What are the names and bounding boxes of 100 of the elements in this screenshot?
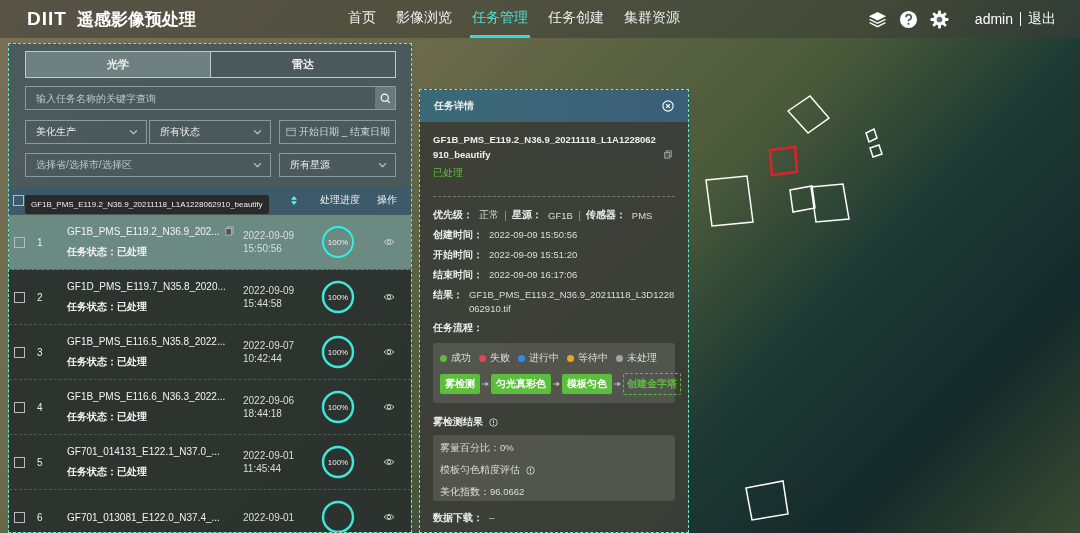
- logout-link[interactable]: 退出: [1028, 10, 1056, 28]
- result-text: 雾量百分比：0%: [440, 441, 514, 455]
- row-checkbox[interactable]: [14, 346, 25, 358]
- step-chip: 模板匀色: [562, 374, 612, 394]
- nav-tab[interactable]: 影像浏览: [393, 0, 454, 38]
- footprint-outline[interactable]: [705, 175, 754, 227]
- date-text: 2022-09-06: [243, 395, 296, 406]
- select-all-checkbox[interactable]: [13, 194, 24, 206]
- date-text: 2022-09-01: [243, 511, 296, 523]
- eye-icon[interactable]: [383, 457, 395, 467]
- row-number: 6: [37, 511, 44, 523]
- footprint-outline[interactable]: [789, 185, 816, 213]
- legend-label: 等待中: [578, 351, 608, 365]
- task-status: 任务状态：已处理: [67, 409, 148, 424]
- table-row[interactable]: 4 GF1B_PMS_E116.6_N36.3_2022... 任务状态：已处理 2022-09-06 18:44:18 100%: [9, 380, 411, 435]
- table-row[interactable]: 5 GF701_014131_E122.1_N37.0_... 任务状态：已处理 2022-09-01 11:45:44 100%: [9, 435, 411, 490]
- legend-label: 失败: [490, 351, 510, 365]
- chevron-down-icon[interactable]: [253, 129, 262, 135]
- step-chip: 匀光真彩色: [491, 374, 551, 394]
- dropdown[interactable]: 所有状态: [149, 120, 271, 144]
- chevron-down-icon[interactable]: [129, 129, 138, 135]
- row-number: 1: [37, 236, 44, 248]
- table-row[interactable]: 2 GF1D_PMS_E119.7_N35.8_2020... 任务状态：已处理 2022-09-09 15:44:58 100%: [9, 270, 411, 325]
- copy-icon[interactable]: [664, 150, 672, 159]
- field-label: 创建时间：: [433, 228, 483, 242]
- eye-icon[interactable]: [383, 402, 395, 412]
- step-chip: 雾检测: [440, 374, 480, 394]
- date-text: 2022-09-09: [243, 230, 296, 241]
- time-text: 11:45:44: [243, 463, 283, 474]
- nav-tab[interactable]: 任务创建: [545, 0, 606, 38]
- arrow-icon: [482, 381, 489, 387]
- section-title: 任务流程：: [433, 322, 484, 335]
- task-status: 已处理: [433, 167, 464, 180]
- task-status: 任务状态：已处理: [67, 354, 148, 369]
- date-range-field[interactable]: 开始日期 _ 结束日期: [279, 120, 396, 144]
- field-label: 结果：: [433, 288, 463, 302]
- close-icon[interactable]: [662, 100, 674, 112]
- step-chip: 创建金字塔: [623, 373, 681, 395]
- nav-tab[interactable]: 集群资源: [621, 0, 682, 38]
- row-number: 5: [37, 456, 44, 468]
- dropdown[interactable]: 美化生产: [25, 120, 147, 144]
- field-label: 数据下载：: [433, 511, 483, 525]
- table-row[interactable]: 6 GF701_013081_E122.0_N37.4_... 2022-09-01: [9, 490, 411, 532]
- task-status: 任务状态：已处理: [67, 244, 148, 259]
- progress-text: 100%: [327, 292, 349, 302]
- row-number: 2: [37, 291, 44, 303]
- column-header: 操作: [377, 193, 397, 207]
- row-checkbox[interactable]: [14, 511, 25, 523]
- nav-tab[interactable]: 首页: [345, 0, 378, 38]
- footprint-outline[interactable]: [869, 144, 883, 158]
- row-number: 3: [37, 346, 44, 358]
- task-name: GF1B_PMS_E116.6_N36.3_2022...: [67, 390, 226, 402]
- dropdown[interactable]: 选择省/选择市/选择区: [25, 153, 271, 177]
- table-row[interactable]: 3 GF1B_PMS_E116.5_N35.8_2022... 任务状态：已处理 2022-09-07 10:42:44 100%: [9, 325, 411, 380]
- eye-icon[interactable]: [383, 512, 395, 522]
- footprint-outline[interactable]: [786, 95, 831, 134]
- field-value: PMS: [631, 210, 653, 221]
- tooltip: GF1B_PMS_E119.2_N36.9_20211118_L1A1228062910_beautify: [25, 195, 269, 214]
- progress-text: 100%: [327, 457, 349, 467]
- nav-tab[interactable]: 任务管理: [469, 0, 530, 38]
- field-value: 正常: [479, 209, 499, 222]
- chevron-down-icon[interactable]: [378, 162, 387, 168]
- row-checkbox[interactable]: [14, 456, 25, 468]
- row-checkbox[interactable]: [14, 291, 25, 303]
- field-value: 2022-09-09 15:51:20: [489, 248, 578, 262]
- panel-title: 任务详情: [434, 99, 474, 113]
- footprint-outline[interactable]: [865, 127, 878, 144]
- legend-label: 进行中: [529, 351, 559, 365]
- copy-icon[interactable]: [224, 226, 234, 236]
- sort-icon[interactable]: [291, 195, 297, 205]
- field-value: GF1B: [548, 210, 573, 221]
- eye-icon[interactable]: [383, 292, 395, 302]
- legend-label: 成功: [451, 351, 471, 365]
- column-header: 处理进度: [320, 193, 360, 207]
- time-text: 15:44:58: [243, 298, 283, 309]
- progress-text: 100%: [327, 237, 349, 247]
- progress-text: 100%: [327, 402, 349, 412]
- time-text: 10:42:44: [243, 353, 283, 364]
- tab[interactable]: 雷达: [210, 52, 395, 77]
- row-checkbox[interactable]: [14, 401, 25, 413]
- username: admin: [974, 11, 1013, 27]
- field-label: 星源：: [512, 209, 542, 222]
- footprint-outline[interactable]: [745, 480, 789, 521]
- layers-icon[interactable]: [867, 9, 887, 29]
- eye-icon[interactable]: [383, 347, 395, 357]
- task-status: 任务状态：已处理: [67, 299, 148, 314]
- tab[interactable]: 光学: [26, 52, 210, 77]
- help-icon[interactable]: [898, 9, 918, 29]
- row-checkbox[interactable]: [14, 236, 25, 248]
- info-icon[interactable]: [489, 418, 498, 427]
- dropdown[interactable]: 所有星源: [279, 153, 396, 177]
- chevron-down-icon[interactable]: [253, 162, 262, 168]
- field-label: 优先级：: [433, 209, 473, 222]
- section-title: 雾检测结果: [433, 416, 483, 429]
- logo: DIIT: [27, 8, 67, 30]
- legend-label: 未处理: [627, 351, 657, 365]
- table-row[interactable]: 1 GF1B_PMS_E119.2_N36.9_202... 任务状态：已处理 2022-09-09 15:50:56 100%: [9, 215, 411, 270]
- footprint-outline[interactable]: [810, 183, 850, 223]
- field-value: 2022-09-09 16:17:06: [489, 268, 578, 282]
- app-title: 遥感影像预处理: [76, 8, 196, 31]
